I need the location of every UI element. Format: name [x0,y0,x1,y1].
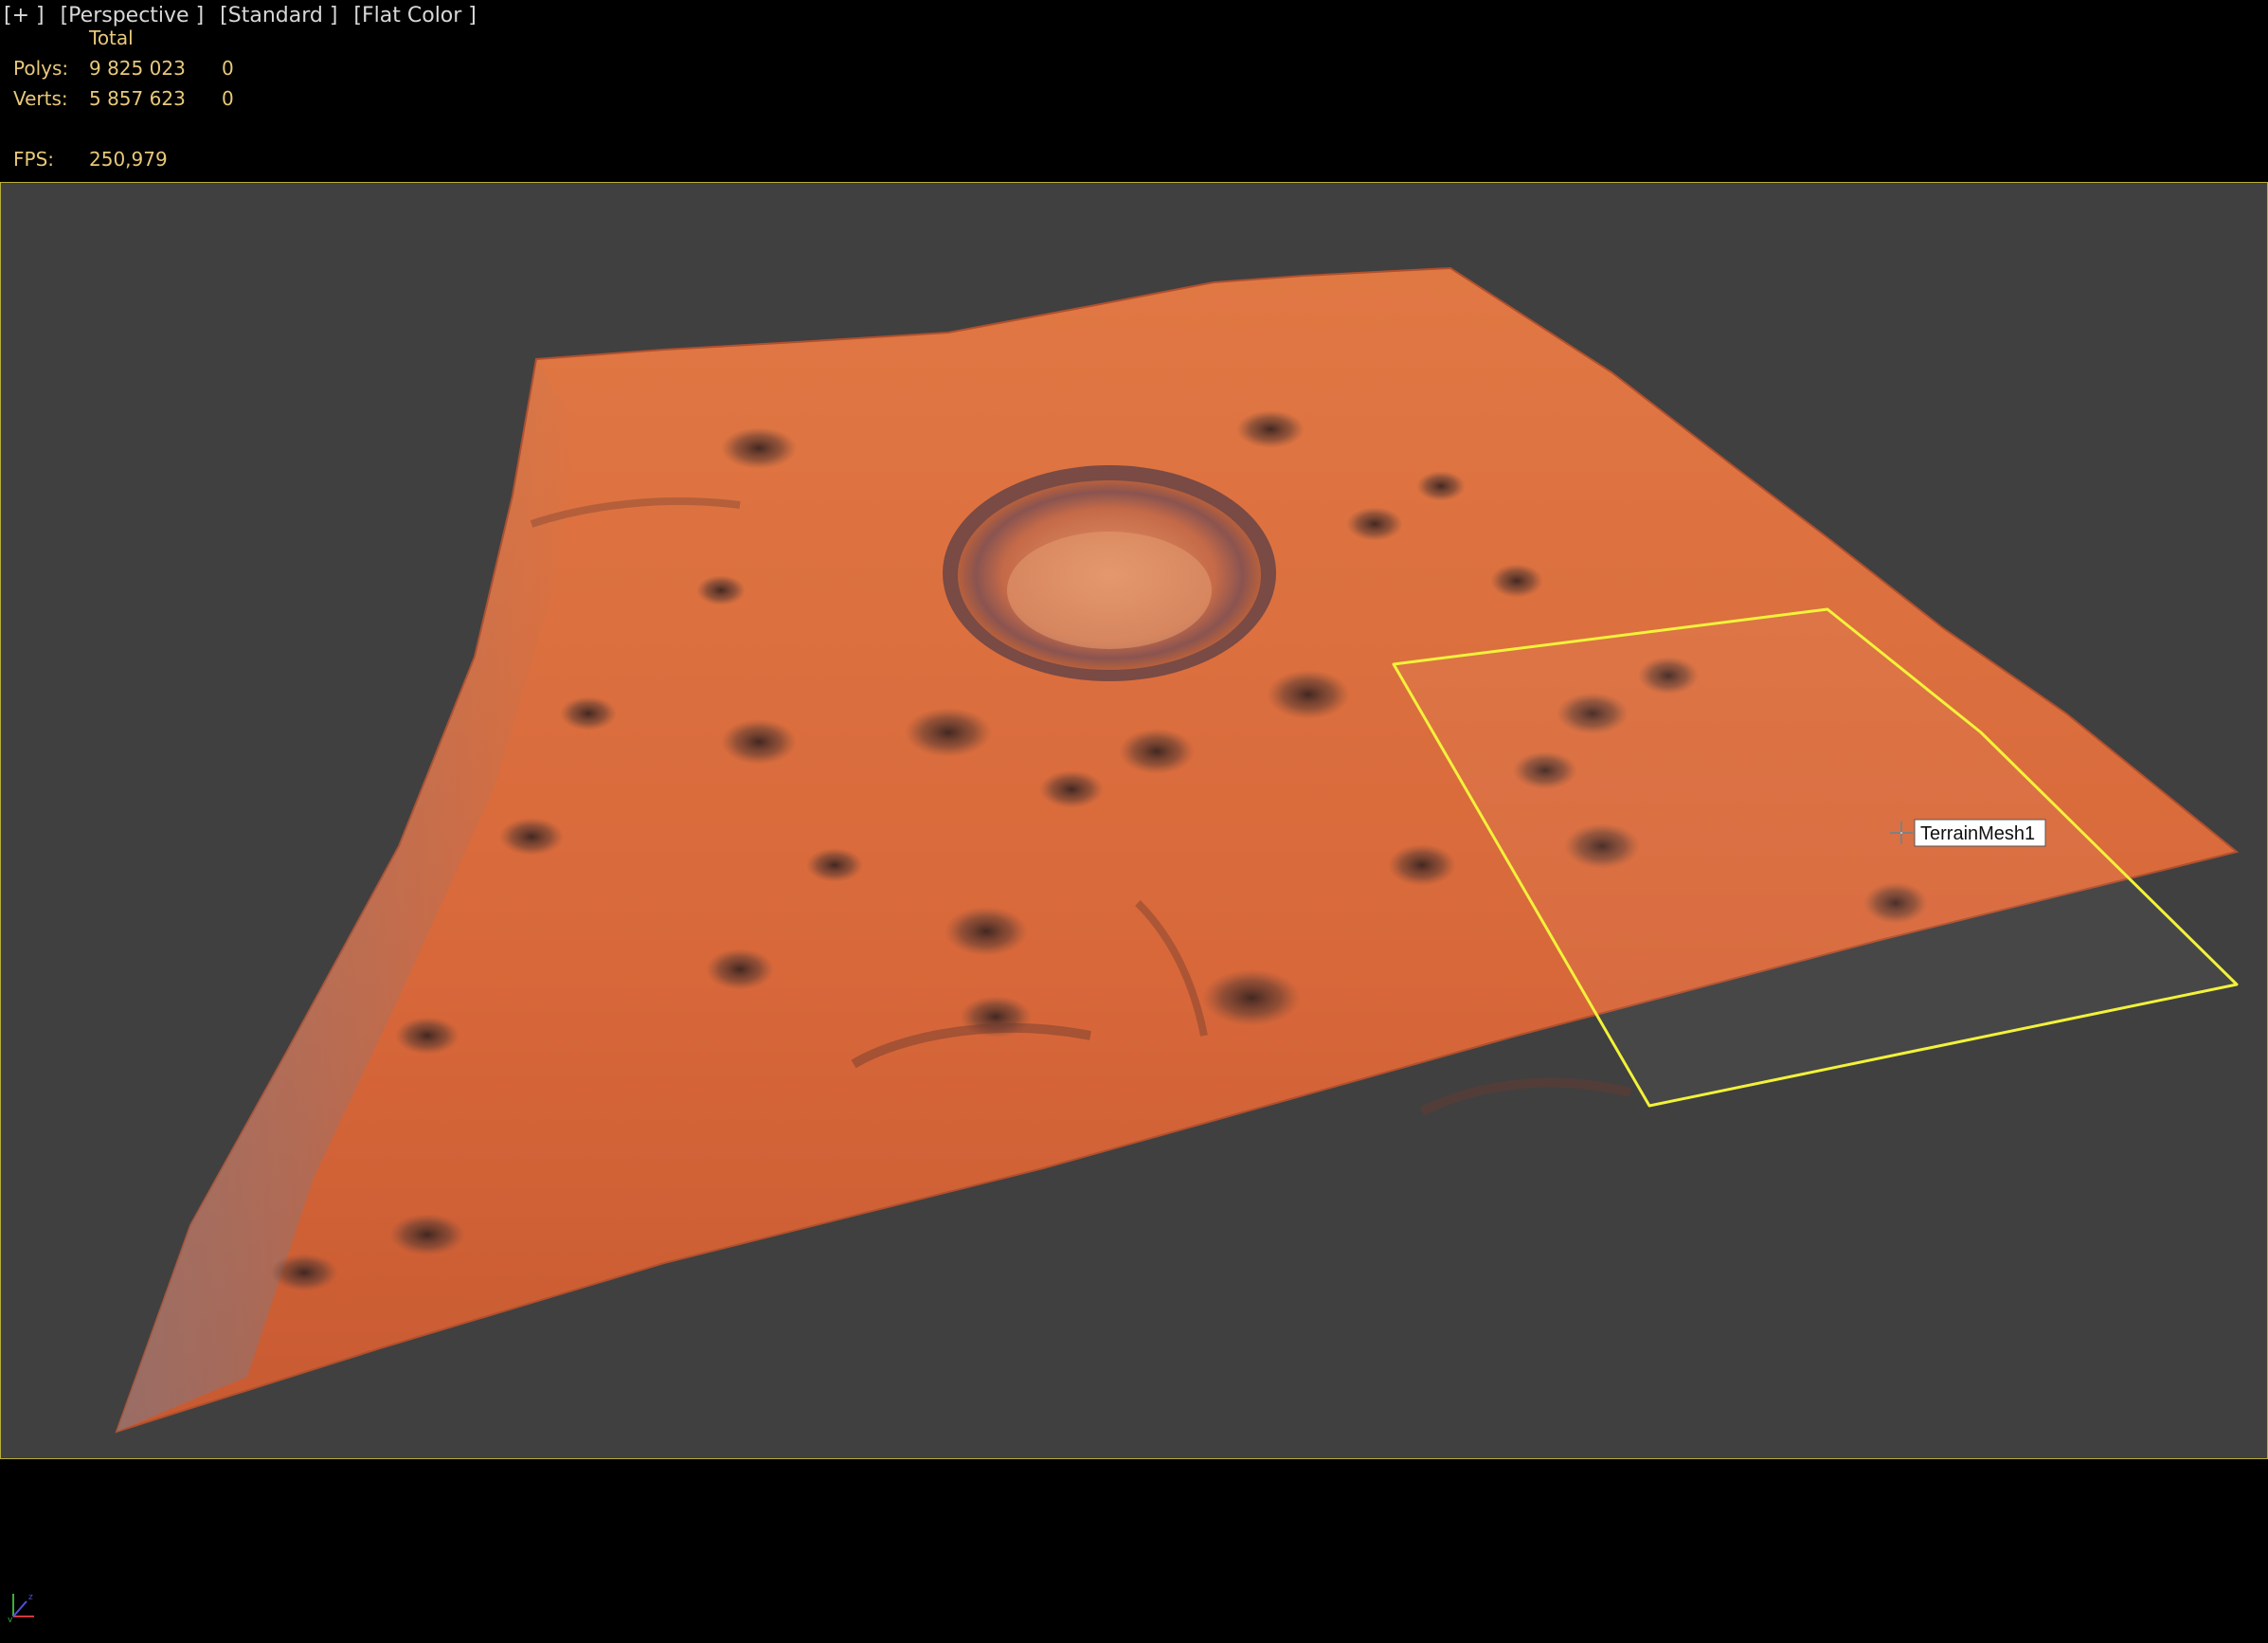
fps-value: 250,979 [89,148,168,171]
hover-tooltip: TerrainMesh1 [1914,819,2046,847]
viewport-label-menu: [+ ] [Perspective ] [Standard ] [Flat Co… [4,4,486,27]
viewport-scene: TerrainMesh1 [115,266,2240,1434]
verts-total: 5 857 623 [89,87,186,110]
polys-total: 9 825 023 [89,57,186,80]
viewport-plus-menu[interactable]: [+ ] [4,4,45,27]
hover-tooltip-label: TerrainMesh1 [1920,823,2035,844]
verts-label: Verts: [13,87,68,110]
stats-total-header: Total [89,27,134,49]
verts-selected: 0 [222,87,234,110]
viewport-shading-style-menu[interactable]: [Standard ] [220,4,337,27]
fps-label: FPS: [13,148,54,171]
polys-selected: 0 [222,57,234,80]
polys-label: Polys: [13,57,69,80]
perspective-viewport[interactable]: TerrainMesh1 [0,182,2268,1459]
viewport-shading-mode-menu[interactable]: [Flat Color ] [353,4,476,27]
crater [943,465,1276,681]
svg-text:z: z [28,1593,33,1602]
svg-text:y: y [8,1616,13,1622]
axis-gizmo-icon: y z [8,1584,40,1625]
